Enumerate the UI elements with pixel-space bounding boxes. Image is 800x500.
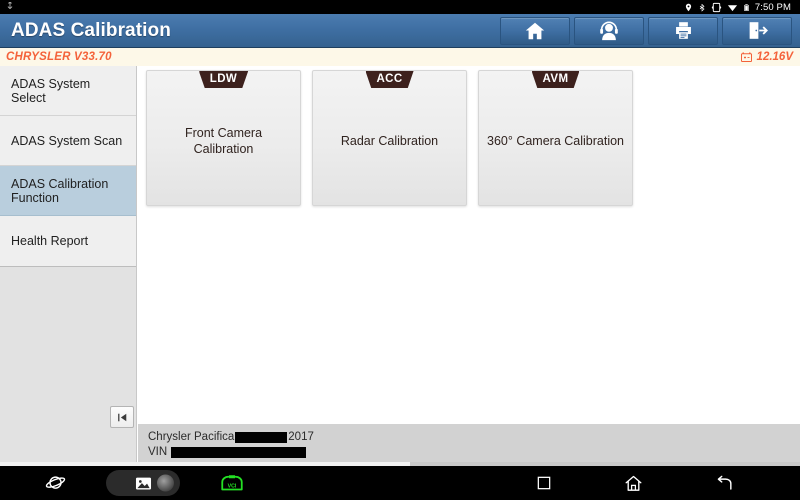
vehicle-version-label: CHRYSLER V33.70 bbox=[6, 51, 112, 63]
home-button[interactable] bbox=[500, 16, 570, 45]
status-bar-clock: 7:50 PM bbox=[754, 1, 791, 13]
headset-person-icon bbox=[600, 21, 618, 40]
calibration-function-grid: LDW Front Camera Calibration ACC Radar C… bbox=[138, 66, 800, 206]
home-outline-icon bbox=[625, 475, 642, 491]
android-status-bar: 7:50 PM bbox=[0, 0, 800, 14]
header-toolbar bbox=[500, 16, 800, 45]
recents-button[interactable] bbox=[536, 475, 552, 491]
card-badge-avm: AVM bbox=[531, 71, 580, 88]
card-radar-calibration[interactable]: ACC Radar Calibration bbox=[312, 70, 467, 206]
location-pin-icon bbox=[685, 3, 692, 11]
app-header: ADAS Calibration bbox=[0, 14, 800, 48]
sidebar-item-label: ADAS System Scan bbox=[11, 133, 123, 148]
vehicle-info-bar: Chrysler Pacifica 2017 VIN bbox=[138, 424, 800, 466]
collapse-panel-button[interactable] bbox=[110, 406, 134, 428]
image-icon bbox=[135, 477, 151, 489]
card-title: Radar Calibration bbox=[340, 134, 439, 148]
sidebar-menu: ADAS System Select ADAS System Scan ADAS… bbox=[0, 66, 136, 267]
print-button[interactable] bbox=[648, 16, 718, 45]
sidebar-item-label: ADAS Calibration Function bbox=[11, 176, 109, 205]
battery-icon bbox=[744, 3, 749, 11]
wifi-icon bbox=[727, 4, 737, 11]
screen-rotation-icon bbox=[711, 2, 722, 12]
support-button[interactable] bbox=[574, 16, 644, 45]
sidebar-item-adas-system-scan[interactable]: ADAS System Scan bbox=[0, 116, 136, 166]
bluetooth-icon bbox=[699, 3, 705, 12]
card-title: 360° Camera Calibration bbox=[487, 134, 625, 148]
vehicle-year-text: 2017 bbox=[288, 431, 314, 443]
back-button[interactable] bbox=[715, 474, 734, 493]
exit-button[interactable] bbox=[722, 16, 792, 45]
nav-bar-right bbox=[500, 474, 800, 493]
voltage-indicator: 12.16V bbox=[740, 51, 800, 63]
sidebar-item-adas-system-select[interactable]: ADAS System Select bbox=[0, 66, 136, 116]
card-badge-ldw: LDW bbox=[198, 71, 249, 88]
card-badge-acc: ACC bbox=[365, 71, 414, 88]
sidebar-item-health-report[interactable]: Health Report bbox=[0, 216, 136, 266]
usb-debug-icon bbox=[7, 2, 13, 9]
card-front-camera-calibration[interactable]: LDW Front Camera Calibration bbox=[146, 70, 301, 206]
page-title: ADAS Calibration bbox=[11, 19, 171, 41]
status-bar-right: 7:50 PM bbox=[684, 2, 795, 13]
body-area: ADAS System Select ADAS System Scan ADAS… bbox=[0, 66, 800, 466]
vin-label: VIN bbox=[148, 446, 168, 458]
car-battery-icon bbox=[740, 52, 752, 63]
status-bar-left bbox=[5, 2, 15, 12]
app-screen: 7:50 PM ADAS Calibration CHRYSLER V33.70… bbox=[0, 0, 800, 500]
card-title: Front Camera Calibration bbox=[184, 126, 263, 156]
content-panel: LDW Front Camera Calibration ACC Radar C… bbox=[138, 66, 800, 466]
home-icon bbox=[525, 22, 545, 39]
sidebar-item-label: ADAS System Select bbox=[11, 76, 91, 105]
vci-status-button[interactable]: VCI bbox=[220, 474, 244, 493]
touch-indicator bbox=[157, 474, 174, 492]
redacted-block bbox=[235, 432, 288, 443]
collapse-left-icon bbox=[117, 413, 126, 421]
home-nav-button[interactable] bbox=[624, 474, 643, 493]
square-recents-icon bbox=[537, 476, 551, 490]
vehicle-info-line-vin: VIN bbox=[148, 445, 800, 460]
sidebar-item-label: Health Report bbox=[11, 234, 89, 248]
planet-browser-icon bbox=[45, 475, 66, 489]
android-nav-bar: VCI bbox=[0, 466, 800, 500]
exit-door-icon bbox=[749, 22, 768, 39]
sidebar-item-adas-calibration-function[interactable]: ADAS Calibration Function bbox=[0, 166, 136, 216]
vehicle-model-text: Chrysler Pacifica bbox=[148, 431, 235, 443]
svg-text:VCI: VCI bbox=[228, 483, 237, 489]
nav-bar-left: VCI bbox=[0, 470, 400, 496]
browser-button[interactable] bbox=[45, 473, 66, 494]
battery-voltage-value: 12.16V bbox=[756, 51, 793, 63]
back-arrow-icon bbox=[717, 475, 732, 490]
card-360-camera-calibration[interactable]: AVM 360° Camera Calibration bbox=[478, 70, 633, 206]
screenshot-button[interactable] bbox=[106, 470, 180, 496]
vehicle-version-bar: CHRYSLER V33.70 12.16V bbox=[0, 48, 800, 66]
printer-icon bbox=[675, 22, 691, 39]
vci-connector-icon: VCI bbox=[221, 474, 243, 490]
redacted-block bbox=[171, 447, 307, 458]
vehicle-info-line-model: Chrysler Pacifica 2017 bbox=[148, 430, 800, 445]
